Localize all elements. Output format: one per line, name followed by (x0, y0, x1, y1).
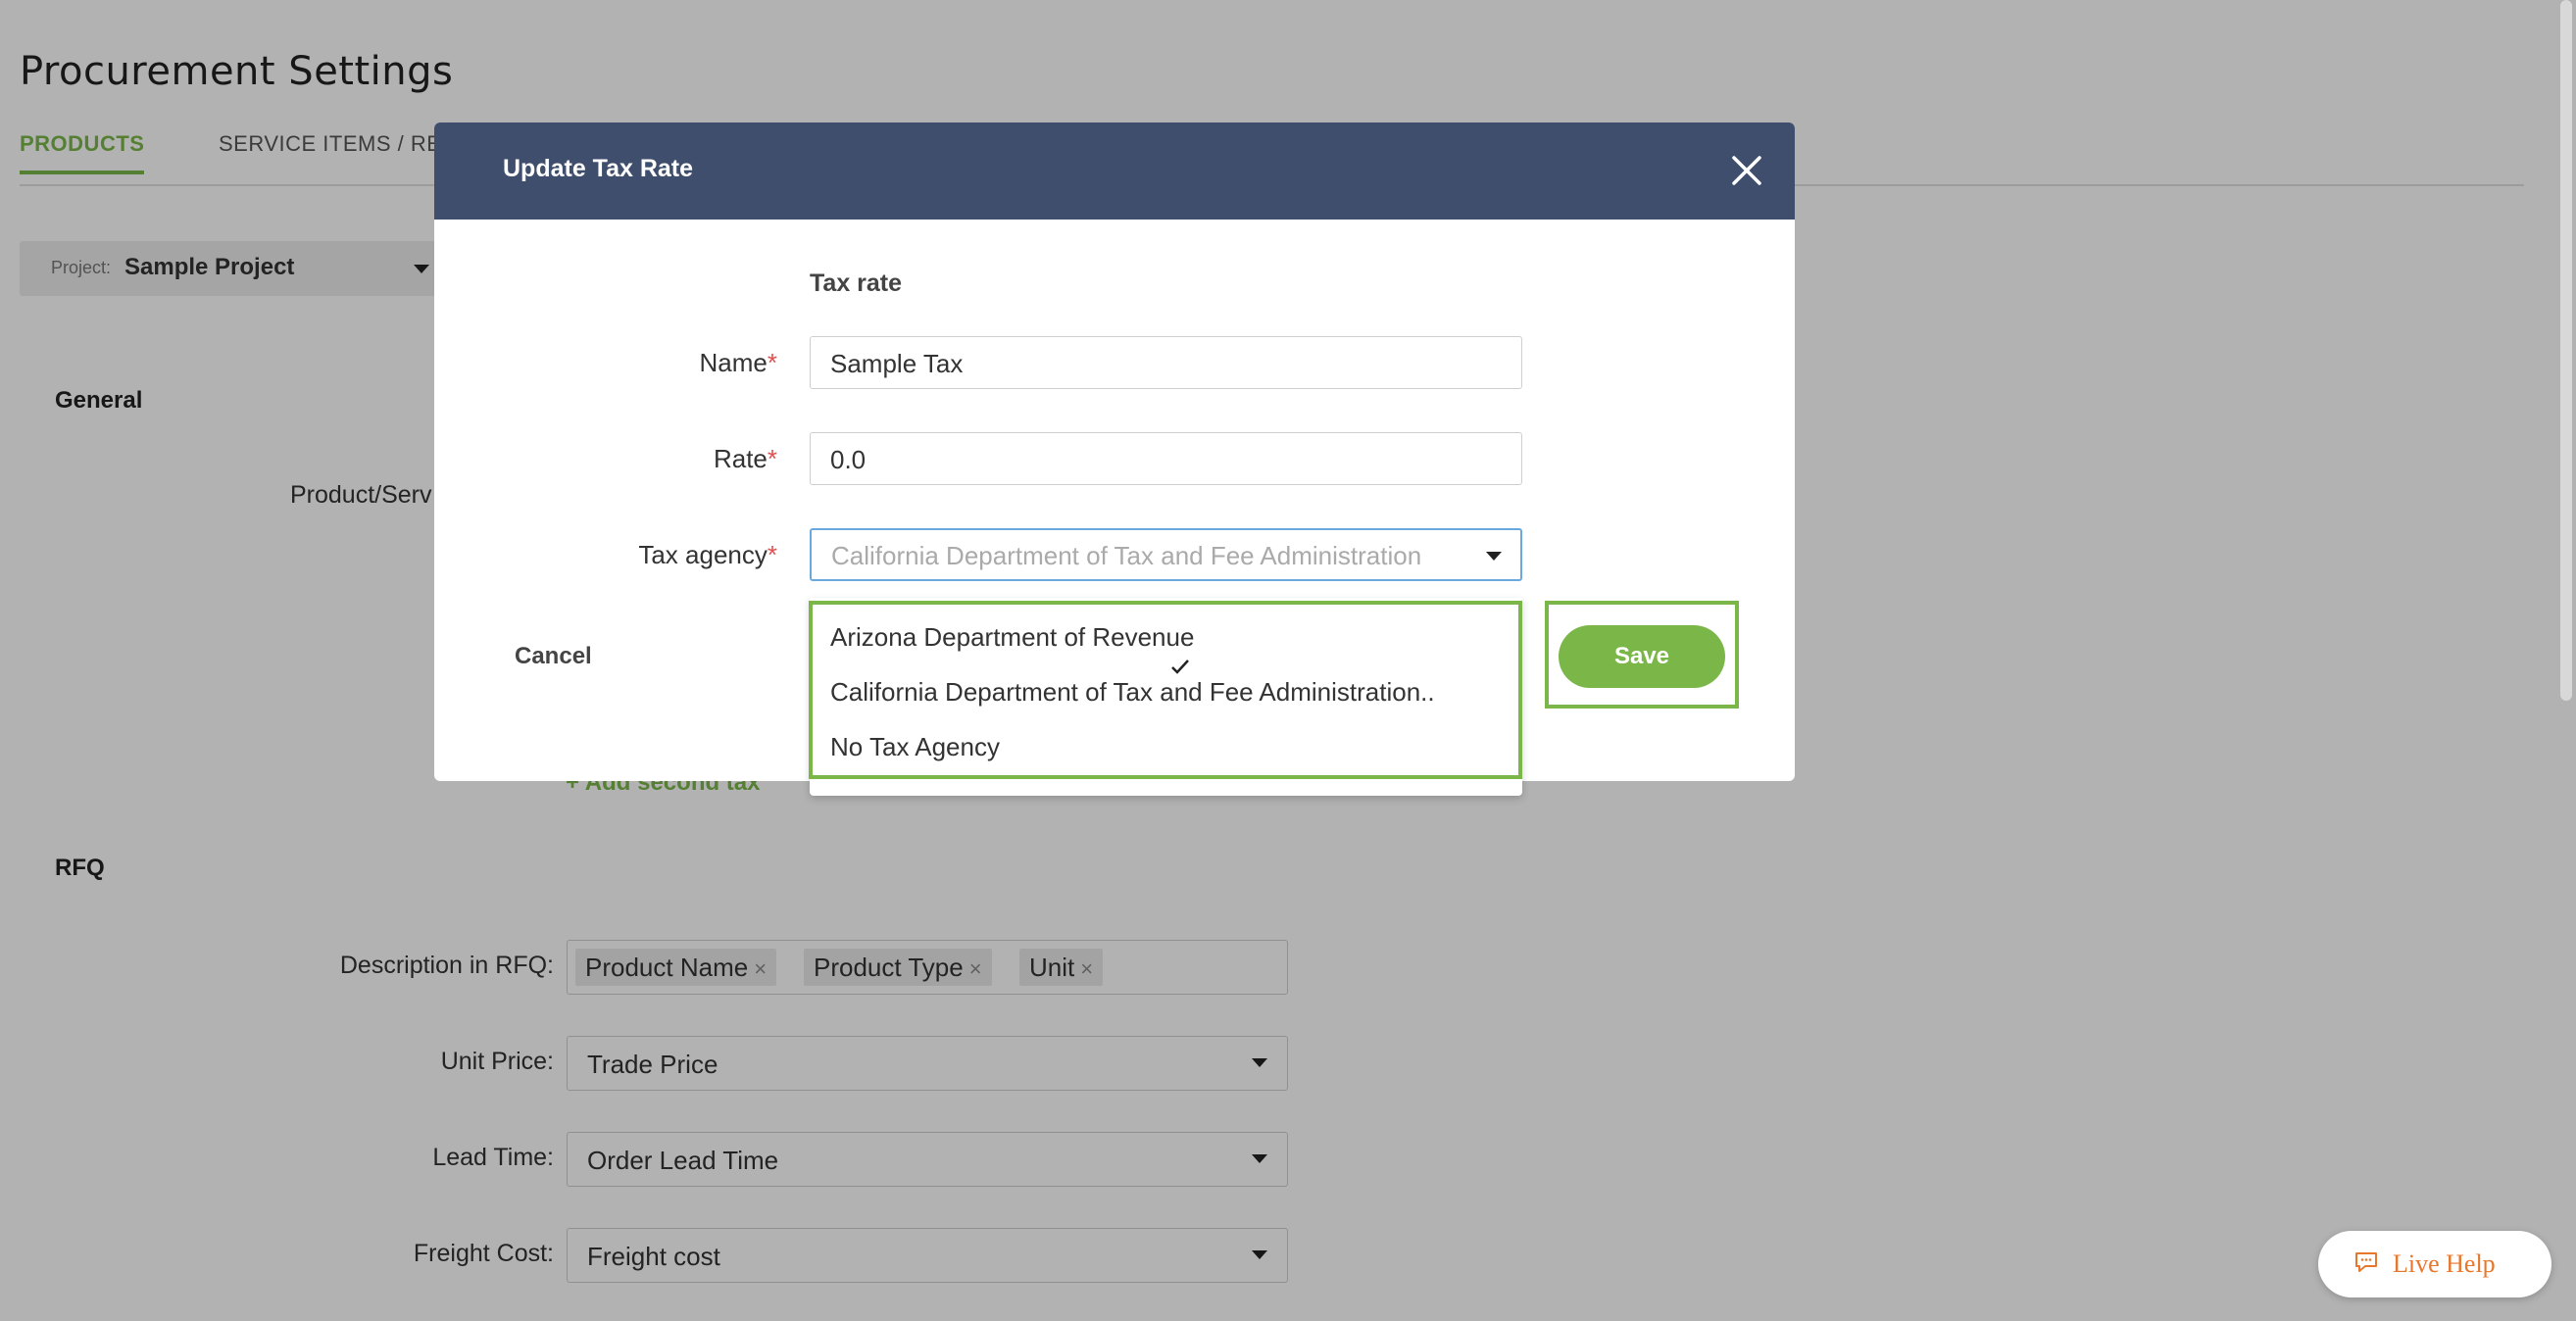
name-label: Name* (699, 348, 777, 377)
close-icon[interactable] (1728, 152, 1765, 189)
name-input[interactable]: Sample Tax (810, 336, 1522, 389)
modal-title: Update Tax Rate (503, 155, 694, 182)
rate-label: Rate* (713, 444, 777, 473)
tax-agency-value: California Department of Tax and Fee Adm… (831, 541, 1422, 570)
modal-header: Update Tax Rate (434, 122, 1795, 220)
live-help-button[interactable]: Live Help (2318, 1231, 2551, 1297)
tax-agency-select[interactable]: California Department of Tax and Fee Adm… (810, 528, 1522, 581)
rate-input[interactable]: 0.0 (810, 432, 1522, 485)
name-value: Sample Tax (830, 349, 964, 378)
chevron-down-icon (1486, 552, 1502, 561)
save-button[interactable]: Save (1559, 625, 1725, 688)
rate-value: 0.0 (830, 445, 867, 474)
live-help-label: Live Help (2393, 1249, 2496, 1278)
chat-bubble-icon (2353, 1250, 2379, 1281)
page-scrollbar[interactable] (2560, 0, 2572, 701)
tax-agency-label: Tax agency* (638, 540, 777, 569)
update-tax-rate-modal: Update Tax Rate Tax rate Name* Sample Ta… (434, 122, 1795, 796)
dropdown-highlight (809, 601, 1522, 779)
tax-rate-subheading: Tax rate (810, 269, 903, 297)
cancel-button[interactable]: Cancel (515, 643, 592, 670)
